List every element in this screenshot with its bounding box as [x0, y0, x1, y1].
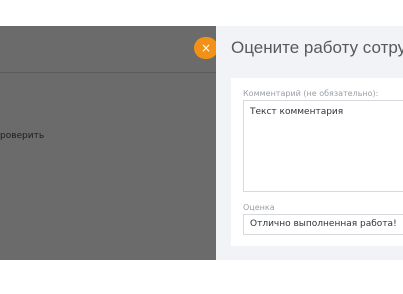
rating-value: Отлично выполненная работа!: [250, 219, 397, 229]
rating-label: Оценка: [243, 203, 275, 212]
dimmed-page-overlay[interactable]: [0, 26, 216, 260]
close-button[interactable]: ×: [194, 37, 218, 59]
comment-label: Комментарий (не обязательно):: [243, 89, 379, 98]
close-icon: ×: [200, 41, 212, 55]
panel-title: Оцените работу сотруд: [231, 38, 403, 57]
comment-value: Текст комментария: [250, 107, 344, 117]
background-text: роверить: [0, 131, 45, 141]
overlay-divider: [0, 72, 216, 73]
